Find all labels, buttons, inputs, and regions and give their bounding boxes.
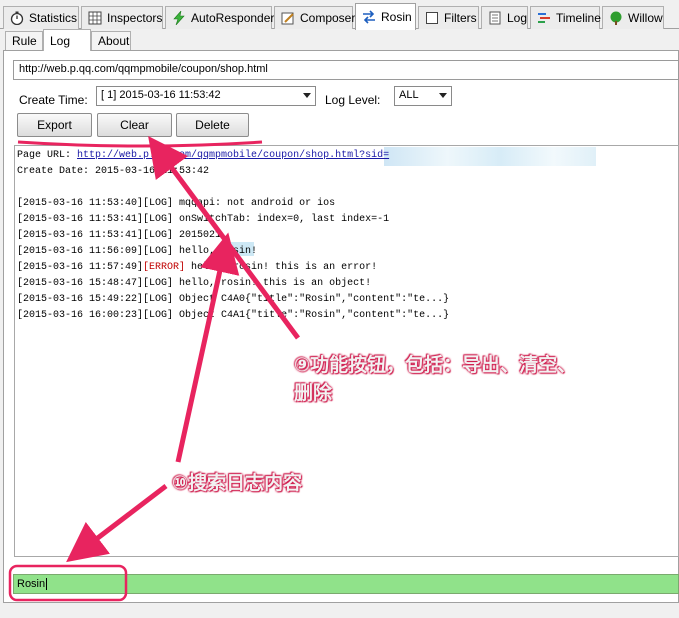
subtab-label: Log (50, 33, 71, 48)
page-url-line: Page URL: http://web.p.qq.com/qqmpmobile… (17, 150, 389, 162)
log-message: onSwitchTab: index=0, last index=-1 (173, 214, 390, 225)
page-url-field[interactable]: http://web.p.qq.com/qqmpmobile/coupon/sh… (13, 60, 679, 80)
create-time-value: [ 1] 2015-03-16 11:53:42 (101, 89, 221, 101)
tree-icon (608, 10, 624, 26)
log-timestamp: [2015-03-16 11:53:40] (17, 198, 144, 209)
log-timestamp: [2015-03-16 11:56:09] (17, 246, 144, 257)
log-line: [2015-03-16 15:48:47][LOG] hello, rosin!… (17, 278, 371, 290)
stopwatch-icon (9, 10, 25, 26)
log-level-select[interactable]: ALL (394, 86, 452, 106)
tab-composer[interactable]: Composer (274, 6, 356, 29)
log-line: [2015-03-16 11:57:49][ERROR] hello, rosi… (17, 262, 377, 274)
log-level: [LOG] (143, 278, 174, 289)
export-button[interactable]: Export (17, 113, 92, 137)
tab-rosin[interactable]: Rosin (355, 3, 416, 30)
log-level: [LOG] (143, 214, 174, 225)
log-level: [LOG] (143, 230, 174, 241)
log-message: Object C4A0{"title":"Rosin","content":"t… (173, 294, 450, 305)
create-time-select[interactable]: [ 1] 2015-03-16 11:53:42 (96, 86, 316, 106)
tab-label: Inspectors (107, 11, 163, 25)
log-line: [2015-03-16 11:53:41][LOG] onSwitchTab: … (17, 214, 389, 226)
log-level-value: ALL (399, 89, 419, 101)
log-search-input[interactable]: Rosin​ (13, 574, 679, 594)
clear-button[interactable]: Clear (97, 113, 172, 137)
log-line: [2015-03-16 11:53:40][LOG] mqqapi: not a… (17, 198, 335, 210)
log-line: [2015-03-16 15:49:22][LOG] Object C4A0{"… (17, 294, 449, 306)
checkbox-icon (424, 10, 440, 26)
log-level: [LOG] (143, 310, 174, 321)
log-level-error: [ERROR] (143, 262, 186, 273)
log-timestamp: [2015-03-16 11:57:49] (17, 262, 144, 273)
log-message: Object C4A1{"title":"Rosin","content":"t… (173, 310, 450, 321)
log-level: [LOG] (143, 198, 174, 209)
buttons-annotation: ⑨功能按钮，包括：导出、清空、 (294, 354, 577, 376)
search-annotation: ⑩搜索日志内容 (172, 472, 303, 494)
log-level: [LOG] (143, 246, 174, 257)
log-message: hello, rosin! this is an error! (185, 262, 378, 273)
timeline-icon (536, 10, 552, 26)
tab-filters[interactable]: Filters (418, 6, 479, 29)
tab-inspectors[interactable]: Inspectors (81, 6, 163, 29)
tab-label: Filters (444, 11, 477, 25)
tab-timeline[interactable]: Timeline (530, 6, 601, 29)
tab-label: Rosin (381, 10, 412, 24)
tab-label: Composer (300, 11, 356, 25)
log-message: mqqapi: not android or ios (173, 198, 336, 209)
buttons-annotation-line2: 删除 (294, 382, 333, 404)
subtab-log[interactable]: Log (43, 29, 91, 51)
composer-icon (280, 10, 296, 26)
page-url-link[interactable]: http://web.p.qq.com/qqmpmobile/coupon/sh… (77, 150, 389, 161)
log-level-label: Log Level: (325, 93, 381, 107)
log-line: [2015-03-16 16:00:23][LOG] Object C4A1{"… (17, 310, 449, 322)
tab-label: Statistics (29, 11, 78, 25)
chevron-down-icon (303, 93, 311, 98)
log-line: [2015-03-16 11:56:09][LOG] hello, rosin! (17, 246, 257, 258)
log-line: [2015-03-16 11:53:41][LOG] 2015021 (17, 230, 221, 242)
subtab-label: Rule (12, 34, 37, 48)
rosin-arrows-icon (361, 9, 377, 25)
chevron-down-icon (439, 93, 447, 98)
log-message: 2015021 (173, 230, 222, 241)
create-date-line: Create Date: 2015-03-16 11:53:42 (17, 166, 210, 177)
page-url-label: Page URL: (17, 150, 72, 161)
tab-log[interactable]: Log (481, 6, 528, 29)
redacted-url-blur (384, 147, 596, 166)
log-timestamp: [2015-03-16 15:49:22] (17, 294, 144, 305)
text-cursor: ​ (46, 578, 48, 590)
log-message: hello, rosin! (173, 246, 258, 257)
log-timestamp: [2015-03-16 11:53:41] (17, 230, 144, 241)
log-timestamp: [2015-03-16 16:00:23] (17, 310, 144, 321)
tab-label: Willow (628, 11, 663, 25)
log-message: hello, rosin! this is an object! (173, 278, 372, 289)
log-timestamp: [2015-03-16 15:48:47] (17, 278, 144, 289)
subtab-about[interactable]: About (91, 31, 131, 50)
log-timestamp: [2015-03-16 11:53:41] (17, 214, 144, 225)
delete-button[interactable]: Delete (176, 113, 249, 137)
subtab-label: About (98, 34, 130, 48)
tab-autoresponder[interactable]: AutoResponder (165, 6, 275, 29)
lightning-icon (171, 10, 187, 26)
inspectors-icon (87, 10, 103, 26)
tab-label: AutoResponder (191, 11, 275, 25)
log-icon (487, 10, 503, 26)
tab-statistics[interactable]: Statistics (3, 6, 79, 29)
tab-label: Log (507, 11, 528, 25)
create-time-label: Create Time: (19, 93, 88, 107)
subtab-rule[interactable]: Rule (5, 31, 43, 50)
log-level: [LOG] (143, 294, 174, 305)
search-value: Rosin (17, 578, 46, 590)
tab-willow[interactable]: Willow (602, 6, 664, 29)
tab-label: Timeline (556, 11, 601, 25)
